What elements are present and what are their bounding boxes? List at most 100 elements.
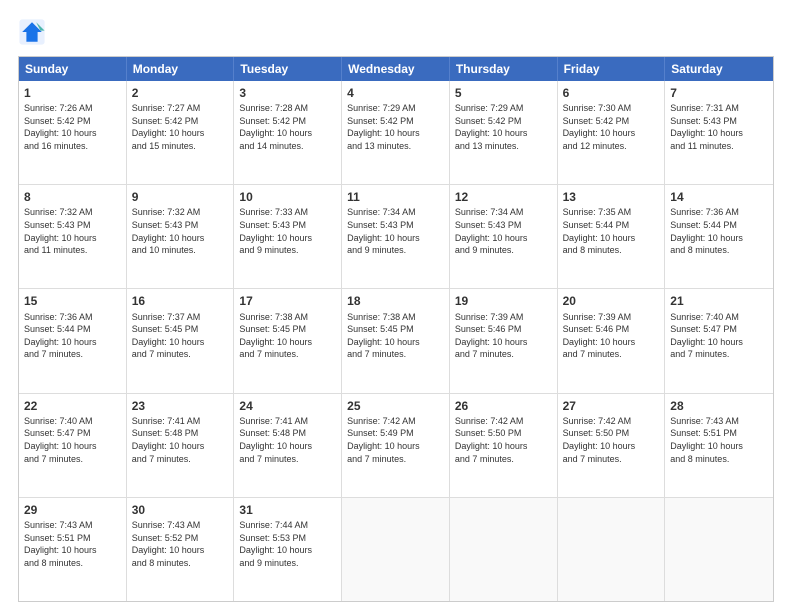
day-number: 28	[670, 398, 768, 414]
cell-info: Sunrise: 7:43 AM Sunset: 5:52 PM Dayligh…	[132, 519, 229, 569]
calendar-row-5: 29Sunrise: 7:43 AM Sunset: 5:51 PM Dayli…	[19, 497, 773, 601]
calendar-row-2: 8Sunrise: 7:32 AM Sunset: 5:43 PM Daylig…	[19, 184, 773, 288]
page: SundayMondayTuesdayWednesdayThursdayFrid…	[0, 0, 792, 612]
cell-info: Sunrise: 7:35 AM Sunset: 5:44 PM Dayligh…	[563, 206, 660, 256]
day-number: 27	[563, 398, 660, 414]
calendar-cell	[342, 498, 450, 601]
calendar-cell	[558, 498, 666, 601]
day-number: 19	[455, 293, 552, 309]
cell-info: Sunrise: 7:29 AM Sunset: 5:42 PM Dayligh…	[455, 102, 552, 152]
day-number: 12	[455, 189, 552, 205]
calendar-cell: 20 Sunrise: 7:39 AM Sunset: 5:46 PM Dayli…	[558, 289, 666, 392]
logo	[18, 18, 50, 46]
calendar-cell: 6Sunrise: 7:30 AM Sunset: 5:42 PM Daylig…	[558, 81, 666, 184]
cell-info: Sunrise: 7:43 AM Sunset: 5:51 PM Dayligh…	[670, 415, 768, 465]
calendar-cell: 26Sunrise: 7:42 AM Sunset: 5:50 PM Dayli…	[450, 394, 558, 497]
cell-info: Sunrise: 7:32 AM Sunset: 5:43 PM Dayligh…	[132, 206, 229, 256]
weekday-header-monday: Monday	[127, 57, 235, 81]
day-number: 14	[670, 189, 768, 205]
cell-info: Sunrise: 7:27 AM Sunset: 5:42 PM Dayligh…	[132, 102, 229, 152]
calendar-cell: 23Sunrise: 7:41 AM Sunset: 5:48 PM Dayli…	[127, 394, 235, 497]
calendar-row-4: 22Sunrise: 7:40 AM Sunset: 5:47 PM Dayli…	[19, 393, 773, 497]
day-number: 24	[239, 398, 336, 414]
cell-info: Sunrise: 7:31 AM Sunset: 5:43 PM Dayligh…	[670, 102, 768, 152]
calendar-cell: 4Sunrise: 7:29 AM Sunset: 5:42 PM Daylig…	[342, 81, 450, 184]
header	[18, 18, 774, 46]
day-number: 23	[132, 398, 229, 414]
day-number: 7	[670, 85, 768, 101]
calendar-body: 1Sunrise: 7:26 AM Sunset: 5:42 PM Daylig…	[19, 81, 773, 601]
calendar-cell: 15Sunrise: 7:36 AM Sunset: 5:44 PM Dayli…	[19, 289, 127, 392]
weekday-header-tuesday: Tuesday	[234, 57, 342, 81]
day-number: 30	[132, 502, 229, 518]
cell-info: Sunrise: 7:41 AM Sunset: 5:48 PM Dayligh…	[132, 415, 229, 465]
cell-info: Sunrise: 7:41 AM Sunset: 5:48 PM Dayligh…	[239, 415, 336, 465]
cell-info: Sunrise: 7:42 AM Sunset: 5:50 PM Dayligh…	[455, 415, 552, 465]
cell-info: Sunrise: 7:39 AM Sunset: 5:46 PM Dayligh…	[563, 311, 660, 361]
day-number: 6	[563, 85, 660, 101]
day-number: 26	[455, 398, 552, 414]
cell-info: Sunrise: 7:34 AM Sunset: 5:43 PM Dayligh…	[347, 206, 444, 256]
day-number: 3	[239, 85, 336, 101]
cell-info: Sunrise: 7:42 AM Sunset: 5:50 PM Dayligh…	[563, 415, 660, 465]
weekday-header-thursday: Thursday	[450, 57, 558, 81]
calendar-row-1: 1Sunrise: 7:26 AM Sunset: 5:42 PM Daylig…	[19, 81, 773, 184]
cell-info: Sunrise: 7:37 AM Sunset: 5:45 PM Dayligh…	[132, 311, 229, 361]
day-number: 16	[132, 293, 229, 309]
calendar: SundayMondayTuesdayWednesdayThursdayFrid…	[18, 56, 774, 602]
cell-info: Sunrise: 7:44 AM Sunset: 5:53 PM Dayligh…	[239, 519, 336, 569]
weekday-header-wednesday: Wednesday	[342, 57, 450, 81]
day-number: 21	[670, 293, 768, 309]
calendar-cell: 17Sunrise: 7:38 AM Sunset: 5:45 PM Dayli…	[234, 289, 342, 392]
calendar-cell: 1Sunrise: 7:26 AM Sunset: 5:42 PM Daylig…	[19, 81, 127, 184]
calendar-header: SundayMondayTuesdayWednesdayThursdayFrid…	[19, 57, 773, 81]
cell-info: Sunrise: 7:26 AM Sunset: 5:42 PM Dayligh…	[24, 102, 121, 152]
calendar-cell: 21 Sunrise: 7:40 AM Sunset: 5:47 PM Dayli…	[665, 289, 773, 392]
logo-icon	[18, 18, 46, 46]
cell-info: Sunrise: 7:32 AM Sunset: 5:43 PM Dayligh…	[24, 206, 121, 256]
weekday-header-sunday: Sunday	[19, 57, 127, 81]
calendar-row-3: 15Sunrise: 7:36 AM Sunset: 5:44 PM Dayli…	[19, 288, 773, 392]
cell-info: Sunrise: 7:40 AM Sunset: 5:47 PM Dayligh…	[670, 311, 768, 361]
calendar-cell: 25Sunrise: 7:42 AM Sunset: 5:49 PM Dayli…	[342, 394, 450, 497]
calendar-cell: 14Sunrise: 7:36 AM Sunset: 5:44 PM Dayli…	[665, 185, 773, 288]
calendar-cell: 9Sunrise: 7:32 AM Sunset: 5:43 PM Daylig…	[127, 185, 235, 288]
calendar-cell: 28Sunrise: 7:43 AM Sunset: 5:51 PM Dayli…	[665, 394, 773, 497]
day-number: 29	[24, 502, 121, 518]
cell-info: Sunrise: 7:38 AM Sunset: 5:45 PM Dayligh…	[347, 311, 444, 361]
weekday-header-saturday: Saturday	[665, 57, 773, 81]
day-number: 2	[132, 85, 229, 101]
cell-info: Sunrise: 7:43 AM Sunset: 5:51 PM Dayligh…	[24, 519, 121, 569]
calendar-cell: 8Sunrise: 7:32 AM Sunset: 5:43 PM Daylig…	[19, 185, 127, 288]
calendar-cell: 16 Sunrise: 7:37 AM Sunset: 5:45 PM Dayli…	[127, 289, 235, 392]
calendar-cell: 22Sunrise: 7:40 AM Sunset: 5:47 PM Dayli…	[19, 394, 127, 497]
cell-info: Sunrise: 7:33 AM Sunset: 5:43 PM Dayligh…	[239, 206, 336, 256]
calendar-cell: 13Sunrise: 7:35 AM Sunset: 5:44 PM Dayli…	[558, 185, 666, 288]
day-number: 11	[347, 189, 444, 205]
calendar-cell: 30Sunrise: 7:43 AM Sunset: 5:52 PM Dayli…	[127, 498, 235, 601]
calendar-cell: 7Sunrise: 7:31 AM Sunset: 5:43 PM Daylig…	[665, 81, 773, 184]
day-number: 4	[347, 85, 444, 101]
day-number: 17	[239, 293, 336, 309]
day-number: 1	[24, 85, 121, 101]
calendar-cell: 19Sunrise: 7:39 AM Sunset: 5:46 PM Dayli…	[450, 289, 558, 392]
day-number: 10	[239, 189, 336, 205]
day-number: 8	[24, 189, 121, 205]
calendar-cell: 29Sunrise: 7:43 AM Sunset: 5:51 PM Dayli…	[19, 498, 127, 601]
calendar-cell	[665, 498, 773, 601]
day-number: 31	[239, 502, 336, 518]
cell-info: Sunrise: 7:28 AM Sunset: 5:42 PM Dayligh…	[239, 102, 336, 152]
cell-info: Sunrise: 7:42 AM Sunset: 5:49 PM Dayligh…	[347, 415, 444, 465]
day-number: 18	[347, 293, 444, 309]
calendar-cell: 2Sunrise: 7:27 AM Sunset: 5:42 PM Daylig…	[127, 81, 235, 184]
day-number: 15	[24, 293, 121, 309]
cell-info: Sunrise: 7:29 AM Sunset: 5:42 PM Dayligh…	[347, 102, 444, 152]
calendar-cell: 12Sunrise: 7:34 AM Sunset: 5:43 PM Dayli…	[450, 185, 558, 288]
calendar-cell: 24Sunrise: 7:41 AM Sunset: 5:48 PM Dayli…	[234, 394, 342, 497]
day-number: 13	[563, 189, 660, 205]
calendar-cell: 3Sunrise: 7:28 AM Sunset: 5:42 PM Daylig…	[234, 81, 342, 184]
day-number: 20	[563, 293, 660, 309]
cell-info: Sunrise: 7:40 AM Sunset: 5:47 PM Dayligh…	[24, 415, 121, 465]
cell-info: Sunrise: 7:36 AM Sunset: 5:44 PM Dayligh…	[670, 206, 768, 256]
calendar-cell: 18 Sunrise: 7:38 AM Sunset: 5:45 PM Dayli…	[342, 289, 450, 392]
